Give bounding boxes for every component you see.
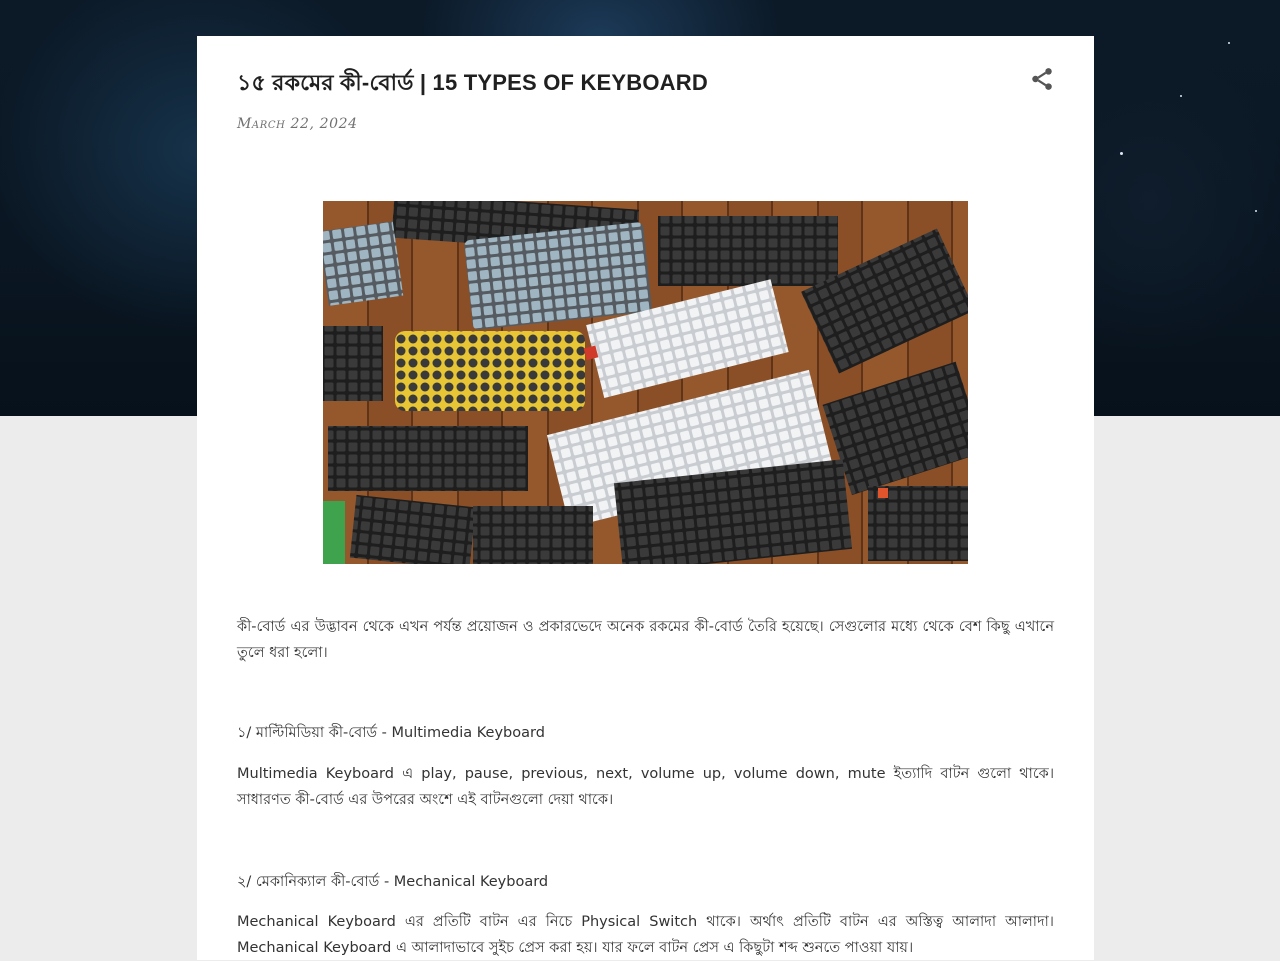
section-text-multimedia: Multimedia Keyboard এ play, pause, previ…: [237, 766, 1054, 808]
section-heading-multimedia: ১/ মাল্টিমিডিয়া কী-বোর্ড - Multimedia K…: [237, 725, 545, 741]
section-heading-mechanical: ২/ মেকানিক্যাল কী-বোর্ড - Mechanical Key…: [237, 874, 549, 890]
section-text-mechanical: Mechanical Keyboard এর প্রতিটি বাটন এর ন…: [237, 914, 1054, 956]
share-button[interactable]: [1029, 66, 1055, 92]
intro-paragraph: কী-বোর্ড এর উদ্ভাবন থেকে এখন পর্যন্ত প্র…: [237, 619, 1054, 661]
post-date: March 22, 2024: [237, 116, 358, 132]
post-image[interactable]: [323, 201, 968, 564]
post-title: ১৫ রকমের কী-বোর্ড | 15 TYPES OF KEYBOARD: [237, 70, 708, 95]
post-card: ১৫ রকমের কী-বোর্ড | 15 TYPES OF KEYBOARD…: [197, 36, 1094, 960]
share-icon: [1032, 68, 1052, 90]
